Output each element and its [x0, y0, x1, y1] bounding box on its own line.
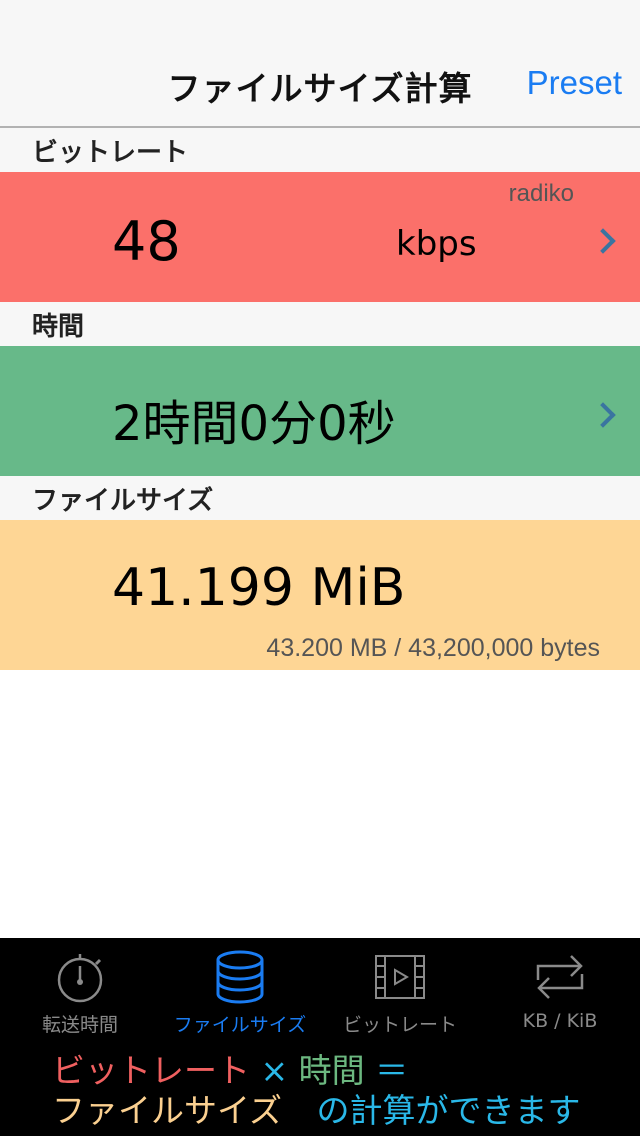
promo-rest: の計算ができます	[316, 1091, 581, 1130]
film-icon	[375, 955, 425, 999]
tab-kb-kib[interactable]: KB / KiB	[480, 938, 640, 1038]
bitrate-cell[interactable]: radiko 48 kbps	[0, 172, 640, 302]
tab-transfer-time[interactable]: 転送時間	[0, 938, 160, 1038]
navigation-bar: ファイルサイズ計算 Preset	[0, 0, 640, 128]
bitrate-value: 48	[112, 210, 181, 273]
bitrate-preset-name: radiko	[508, 180, 574, 207]
tab-transfer-time-label: 転送時間	[41, 1014, 118, 1036]
tab-filesize[interactable]: ファイルサイズ	[160, 938, 320, 1038]
section-header-filesize: ファイルサイズ	[0, 476, 640, 520]
bitrate-unit: kbps	[396, 224, 477, 264]
tab-bitrate[interactable]: ビットレート	[320, 938, 480, 1038]
time-cell[interactable]: 2時間0分0秒	[0, 346, 640, 476]
filesize-detail: 43.200 MB / 43,200,000 bytes	[266, 634, 600, 662]
tab-bitrate-label: ビットレート	[342, 1014, 457, 1036]
section-header-filesize-label: ファイルサイズ	[32, 486, 214, 516]
section-header-time-label: 時間	[32, 312, 85, 342]
promo-filesize: ファイルサイズ	[52, 1091, 283, 1130]
chevron-right-icon	[590, 228, 616, 254]
section-header-time: 時間	[0, 302, 640, 346]
repeat-arrows-icon	[536, 955, 584, 999]
tab-filesize-label: ファイルサイズ	[173, 1014, 307, 1036]
promo-line-2: ファイルサイズ の計算ができます	[52, 1084, 581, 1132]
section-header-bitrate-label: ビットレート	[32, 138, 189, 168]
preset-button[interactable]: Preset	[527, 64, 622, 102]
time-value: 2時間0分0秒	[112, 396, 396, 452]
filesize-cell: 41.199 MiB 43.200 MB / 43,200,000 bytes	[0, 520, 640, 670]
stopwatch-icon	[57, 954, 103, 1003]
filesize-value: 41.199 MiB	[112, 558, 406, 618]
chevron-right-icon	[590, 402, 616, 428]
database-icon	[216, 950, 264, 1004]
tab-kb-kib-label: KB / KiB	[522, 1010, 598, 1032]
tab-bar: 転送時間 ファイルサイズ ビットレート KB / KiB ビットレート × 時間…	[0, 938, 640, 1136]
section-header-bitrate: ビットレート	[0, 128, 640, 172]
